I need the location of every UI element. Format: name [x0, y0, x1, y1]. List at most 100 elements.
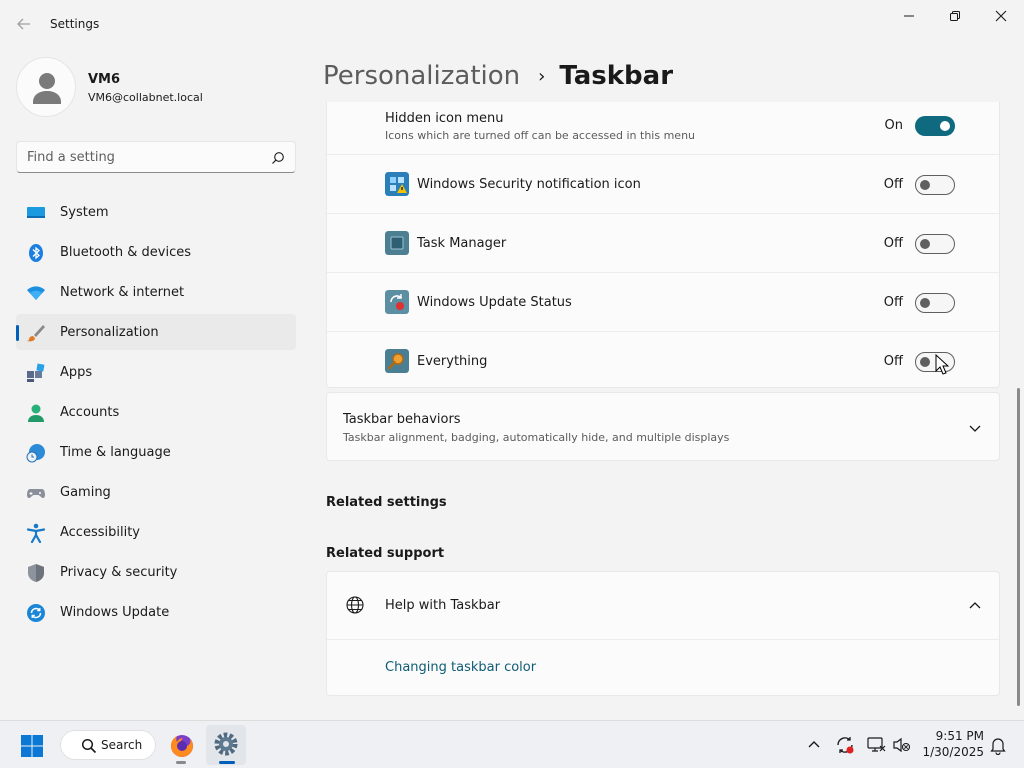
notification-bell-icon[interactable] [988, 735, 1008, 755]
tray-app-row: Task Manager Off [327, 213, 999, 272]
tray-app-label: Windows Update Status [417, 295, 572, 310]
settings-taskbar-button[interactable] [206, 725, 246, 765]
sidebar-item-label: Apps [60, 364, 93, 380]
main-content: Hidden icon menu Icons which are turned … [326, 102, 1000, 712]
avatar [16, 57, 76, 117]
update-icon [27, 604, 45, 622]
sidebar-item-label: Network & internet [60, 284, 185, 300]
settings-active-indicator [219, 761, 235, 764]
system-clock[interactable]: 9:51 PM 1/30/2025 [918, 728, 984, 760]
back-button[interactable] [12, 12, 36, 36]
sidebar-item-apps[interactable]: Apps [16, 354, 296, 390]
wifi-icon [27, 286, 45, 300]
clock-globe-icon [26, 444, 45, 463]
clock-date: 1/30/2025 [922, 745, 984, 759]
toggle-state-label: Off [883, 236, 903, 251]
toggle-state-label: Off [883, 354, 903, 369]
hidden-icon-menu-row: Hidden icon menu Icons which are turned … [327, 102, 999, 154]
windows-start-icon[interactable] [20, 734, 44, 758]
sidebar-item-accounts[interactable]: Accounts [16, 394, 296, 430]
chevron-up-icon[interactable] [967, 598, 983, 614]
tray-app-row: Windows Security notification icon Off [327, 154, 999, 213]
tray-app-row: Everything Off [327, 331, 999, 389]
toggle-state-label: Off [883, 177, 903, 192]
taskbar-search[interactable]: Search [60, 730, 156, 760]
sidebar-nav: System Bluetooth & devices Network & int… [16, 194, 296, 634]
accessibility-icon [26, 523, 46, 543]
firefox-icon[interactable] [166, 729, 198, 761]
sidebar-item-accessibility[interactable]: Accessibility [16, 514, 296, 550]
task-manager-icon [385, 231, 409, 255]
volume-muted-icon[interactable] [892, 735, 912, 755]
changing-taskbar-color-link[interactable]: Changing taskbar color [385, 660, 536, 675]
sidebar-item-label: Personalization [60, 324, 159, 340]
network-tray-icon[interactable] [866, 735, 886, 755]
chevron-down-icon[interactable] [967, 420, 983, 436]
other-tray-icons-card: Hidden icon menu Icons which are turned … [326, 102, 1000, 388]
hidden-icon-menu-subtitle: Icons which are turned off can be access… [385, 129, 696, 142]
sidebar-item-personalization[interactable]: Personalization [16, 314, 296, 350]
windows-security-icon [385, 172, 409, 196]
shield-icon [28, 564, 44, 582]
hidden-icon-menu-title: Hidden icon menu [385, 111, 504, 126]
scrollbar-thumb[interactable] [1017, 388, 1020, 706]
help-links-row: Changing taskbar color [327, 639, 999, 697]
restore-icon [950, 11, 960, 21]
gamepad-icon [27, 489, 45, 498]
person-silhouette-icon [33, 73, 61, 104]
paintbrush-icon [27, 325, 45, 342]
clock-time: 9:51 PM [935, 729, 984, 743]
toggle-state-label: Off [883, 295, 903, 310]
tray-app-label: Windows Security notification icon [417, 177, 641, 192]
minimize-button[interactable] [886, 4, 932, 28]
settings-search[interactable] [16, 141, 296, 173]
sidebar-item-label: Windows Update [60, 604, 170, 620]
breadcrumb-parent[interactable]: Personalization [323, 61, 520, 91]
sidebar-item-label: System [60, 204, 109, 220]
sidebar-item-time-language[interactable]: Time & language [16, 434, 296, 470]
sidebar-item-label: Accessibility [60, 524, 140, 540]
search-icon [81, 738, 97, 754]
user-profile[interactable]: VM6 VM6@collabnet.local [16, 57, 296, 117]
sidebar-item-label: Gaming [60, 484, 111, 500]
minimize-icon [904, 15, 914, 17]
close-button[interactable] [978, 4, 1024, 28]
toggle-knob [920, 239, 930, 249]
help-title: Help with Taskbar [385, 598, 501, 613]
sidebar-item-network[interactable]: Network & internet [16, 274, 296, 310]
tray-app-row: Windows Update Status Off [327, 272, 999, 331]
sidebar-item-gaming[interactable]: Gaming [16, 474, 296, 510]
globe-icon [346, 596, 364, 614]
tray-app-label: Everything [417, 354, 488, 369]
taskbar-behaviors-title: Taskbar behaviors [343, 412, 461, 427]
person-icon [28, 404, 44, 422]
windows-update-status-toggle[interactable] [915, 293, 955, 313]
back-arrow-icon [17, 18, 30, 30]
page-title: Taskbar [559, 61, 674, 91]
related-support-heading: Related support [326, 546, 445, 561]
sidebar-item-label: Privacy & security [60, 564, 178, 580]
sidebar-item-privacy-security[interactable]: Privacy & security [16, 554, 296, 590]
sidebar-item-system[interactable]: System [16, 194, 296, 230]
windows-security-toggle[interactable] [915, 175, 955, 195]
taskbar-behaviors-card[interactable]: Taskbar behaviors Taskbar alignment, bad… [326, 392, 1000, 461]
windows-update-tray-icon[interactable] [835, 735, 855, 755]
title-bar: Settings [0, 0, 1024, 48]
chevron-up-icon[interactable] [804, 735, 824, 755]
close-icon [995, 10, 1007, 22]
task-manager-toggle[interactable] [915, 234, 955, 254]
related-settings-heading: Related settings [326, 495, 447, 510]
sidebar-item-label: Accounts [60, 404, 120, 420]
help-header-row[interactable]: Help with Taskbar [327, 572, 999, 639]
taskbar-search-label: Search [101, 738, 143, 752]
sidebar-item-bluetooth[interactable]: Bluetooth & devices [16, 234, 296, 270]
bluetooth-icon [29, 244, 43, 262]
search-icon[interactable] [271, 150, 285, 169]
hidden-icon-menu-toggle[interactable] [915, 116, 955, 136]
apps-icon [27, 363, 45, 382]
search-input[interactable] [17, 142, 257, 172]
maximize-button[interactable] [932, 4, 978, 28]
sidebar-item-windows-update[interactable]: Windows Update [16, 594, 296, 630]
sidebar-item-label: Bluetooth & devices [60, 244, 191, 260]
toggle-knob [920, 357, 930, 367]
